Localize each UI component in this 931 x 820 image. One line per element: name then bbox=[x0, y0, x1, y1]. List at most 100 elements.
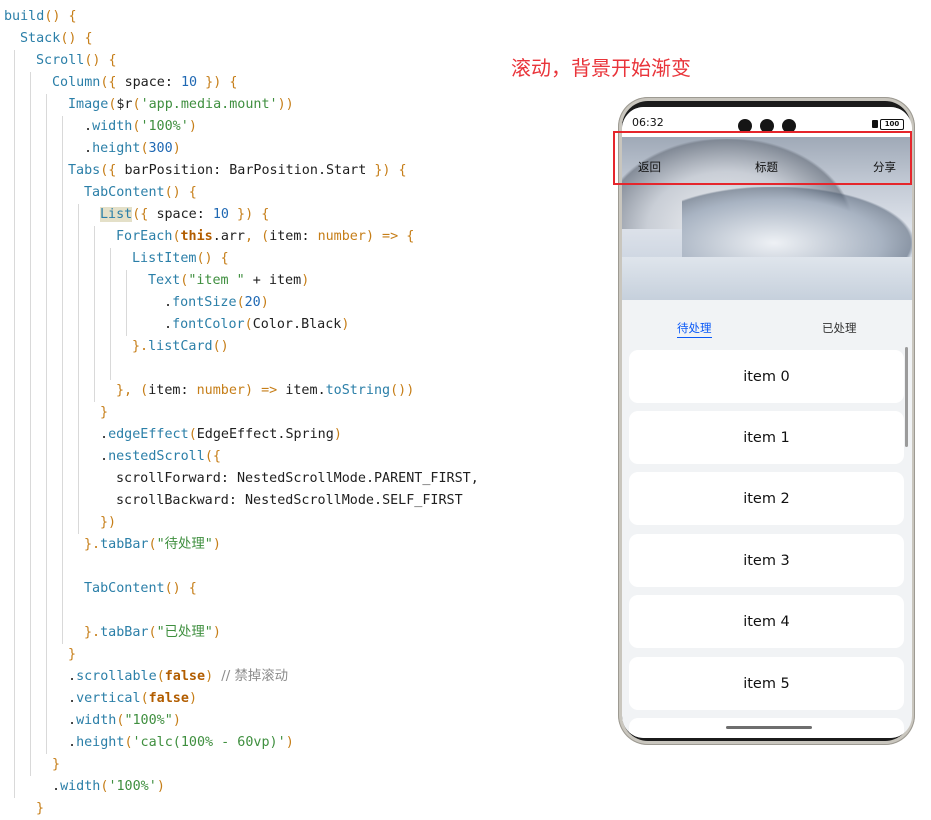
list-item[interactable]: item 1 bbox=[629, 411, 904, 464]
code-token: ) bbox=[188, 691, 197, 706]
code-token: ) bbox=[301, 273, 310, 288]
code-token: barPosition bbox=[124, 163, 214, 178]
code-token: Column bbox=[52, 75, 101, 90]
battery-icon: 100 bbox=[880, 119, 904, 130]
code-token: ) bbox=[341, 317, 350, 332]
code-token: ) bbox=[333, 427, 342, 442]
code-line: }.tabBar("已处理") bbox=[84, 622, 221, 644]
code-token: ( bbox=[148, 537, 157, 552]
code-token: Start bbox=[326, 163, 367, 178]
code-token: BarPosition bbox=[229, 163, 318, 178]
code-token: ( bbox=[124, 735, 133, 750]
code-token: fontSize bbox=[172, 295, 237, 310]
code-token: NestedScrollMode bbox=[245, 493, 374, 508]
code-line: scrollForward: NestedScrollMode.PARENT_F… bbox=[116, 468, 479, 490]
code-token: ) => { bbox=[365, 229, 415, 244]
highlight-box bbox=[613, 131, 912, 185]
list-item[interactable]: item 2 bbox=[629, 472, 904, 525]
code-token: ()) bbox=[390, 383, 415, 398]
tab-pending[interactable]: 待处理 bbox=[677, 320, 712, 338]
code-token: }) { bbox=[229, 207, 270, 222]
code-token: . bbox=[52, 779, 61, 794]
code-line: }, (item: number) => item.toString()) bbox=[116, 380, 414, 402]
indent-guide bbox=[30, 72, 31, 776]
home-indicator[interactable] bbox=[726, 726, 812, 729]
code-token: } bbox=[68, 647, 77, 662]
code-token: NestedScrollMode bbox=[236, 471, 366, 486]
code-token: Scroll bbox=[36, 53, 85, 68]
list-item[interactable]: item 3 bbox=[629, 534, 904, 587]
list-scrollbar[interactable] bbox=[905, 347, 908, 447]
code-line: Scroll() { bbox=[36, 50, 117, 72]
code-token: PARENT_FIRST bbox=[374, 471, 471, 486]
code-line: .scrollable(false) // 禁掉滚动 bbox=[68, 666, 288, 688]
indent-guide bbox=[78, 204, 79, 534]
code-token: height bbox=[92, 141, 141, 156]
code-token: , ( bbox=[245, 229, 270, 244]
list-item[interactable]: item 4 bbox=[629, 595, 904, 648]
code-token: edgeEffect bbox=[108, 427, 189, 442]
code-token: ) bbox=[260, 295, 269, 310]
code-token: ( bbox=[156, 669, 165, 684]
code-token: () bbox=[212, 339, 229, 354]
code-line: ListItem() { bbox=[132, 248, 229, 270]
code-line: List({ space: 10 }) { bbox=[100, 204, 269, 226]
annotation-text: 滚动，背景开始渐变 bbox=[511, 56, 691, 80]
code-line: } bbox=[36, 798, 44, 820]
code-token: List bbox=[100, 207, 133, 222]
code-token: }. bbox=[84, 625, 101, 640]
list-item[interactable]: item 0 bbox=[629, 350, 904, 403]
code-token: false bbox=[148, 691, 189, 706]
code-token: ) bbox=[156, 779, 165, 794]
list-item[interactable]: item 5 bbox=[629, 657, 904, 710]
code-line: .fontSize(20) bbox=[164, 292, 269, 314]
indent-guide bbox=[94, 226, 95, 402]
code-token: }) { bbox=[366, 163, 407, 178]
code-token: SELF_FIRST bbox=[382, 493, 463, 508]
code-token: ) bbox=[285, 735, 294, 750]
code-token: build bbox=[4, 9, 45, 24]
code-token: . bbox=[164, 295, 173, 310]
code-line: Tabs({ barPosition: BarPosition.Start })… bbox=[68, 160, 407, 182]
indent-guide bbox=[62, 116, 63, 644]
code-token: ( bbox=[140, 141, 149, 156]
code-token: . bbox=[212, 229, 221, 244]
code-line: .width('100%') bbox=[84, 116, 197, 138]
code-token: scrollBackward bbox=[116, 493, 229, 508]
code-token: height bbox=[76, 735, 125, 750]
code-token: 10 bbox=[212, 207, 229, 222]
code-token: ( bbox=[140, 691, 149, 706]
code-token: () { bbox=[60, 31, 93, 46]
code-token: // 禁掉滚动 bbox=[221, 669, 289, 684]
code-token: }) { bbox=[197, 75, 238, 90]
mountain-shape bbox=[682, 187, 912, 257]
code-line: .fontColor(Color.Black) bbox=[164, 314, 349, 336]
code-token: . bbox=[365, 471, 374, 486]
code-token: . bbox=[100, 427, 109, 442]
code-token: 10 bbox=[181, 75, 198, 90]
item-list[interactable]: item 0 item 1 item 2 item 3 item 4 item … bbox=[622, 350, 912, 738]
indent-guide bbox=[126, 270, 127, 336]
code-token: width bbox=[92, 119, 133, 134]
code-token: ( bbox=[188, 427, 197, 442]
code-token: 300 bbox=[148, 141, 173, 156]
code-token: "已处理" bbox=[156, 625, 213, 640]
code-token: } bbox=[52, 757, 61, 772]
code-token: Text bbox=[148, 273, 181, 288]
code-token: tabBar bbox=[100, 537, 149, 552]
code-token: . bbox=[68, 735, 77, 750]
code-token: space bbox=[124, 75, 165, 90]
code-token: . bbox=[374, 493, 383, 508]
code-editor: build() {Stack() {Scroll() {Column({ spa… bbox=[0, 0, 600, 816]
tab-processed[interactable]: 已处理 bbox=[822, 320, 857, 336]
code-token: } bbox=[36, 801, 45, 816]
indent-guide bbox=[14, 50, 15, 798]
code-token: : bbox=[164, 75, 181, 90]
code-token: () { bbox=[84, 53, 117, 68]
code-token: ( bbox=[236, 295, 245, 310]
code-token: ( bbox=[172, 229, 181, 244]
code-token: Tabs bbox=[68, 163, 101, 178]
code-token: : bbox=[196, 207, 213, 222]
code-token: . bbox=[68, 691, 77, 706]
code-token: item bbox=[268, 273, 302, 288]
